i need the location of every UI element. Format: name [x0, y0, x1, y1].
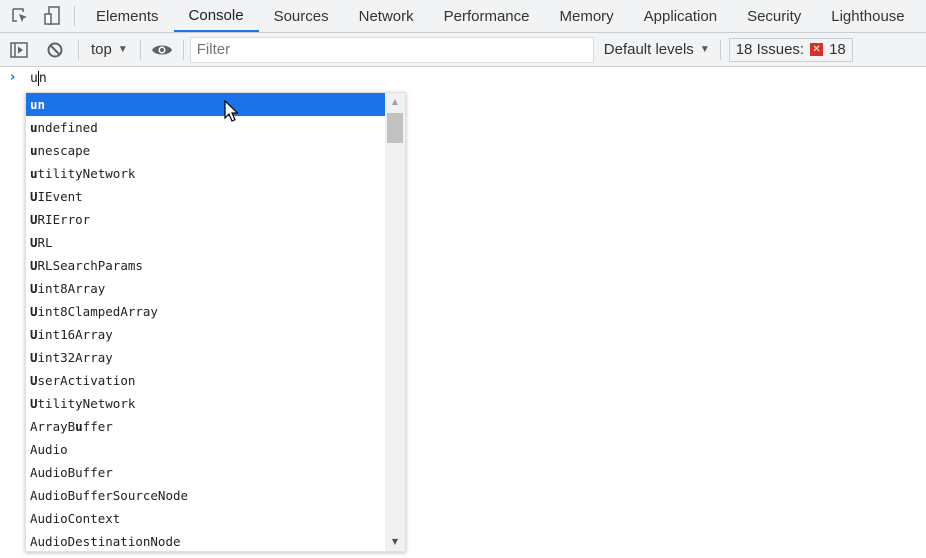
item-text: ndefined — [37, 120, 98, 135]
autocomplete-item[interactable]: AudioBufferSourceNode — [26, 484, 385, 507]
match-highlight: un — [30, 97, 46, 112]
mouse-pointer-icon — [224, 99, 239, 126]
tab-elements[interactable]: Elements — [81, 0, 174, 32]
tab-console[interactable]: Console — [173, 0, 259, 32]
autocomplete-item[interactable]: undefined — [26, 116, 385, 139]
autocomplete-item[interactable]: UIEvent — [26, 185, 385, 208]
autocomplete-item[interactable]: UtilityNetwork — [26, 392, 385, 415]
console-prompt-icon: › — [10, 70, 16, 85]
tab-performance[interactable]: Performance — [429, 0, 545, 32]
match-highlight: U — [30, 350, 38, 365]
autocomplete-item[interactable]: AudioContext — [26, 507, 385, 530]
match-highlight: U — [30, 327, 38, 342]
tab-network[interactable]: Network — [344, 0, 429, 32]
devtools-tab-bar: Elements Console Sources Network Performance… — [0, 0, 926, 33]
scroll-up-arrow-icon[interactable]: ▲ — [385, 93, 405, 111]
match-highlight: U — [30, 281, 38, 296]
item-text: tilityNetwork — [37, 166, 136, 181]
autocomplete-item[interactable]: AudioDestinationNode — [26, 530, 385, 553]
match-highlight: u — [75, 419, 83, 434]
item-text: AudioBufferSourceNode — [30, 488, 189, 503]
item-text: RIError — [37, 212, 91, 227]
item-text: ArrayB — [30, 419, 76, 434]
filter-input[interactable] — [189, 36, 594, 63]
divider — [182, 39, 184, 60]
item-text: AudioContext — [30, 511, 121, 526]
match-highlight: U — [30, 396, 38, 411]
match-highlight: u — [30, 120, 38, 135]
log-levels-value: Default levels — [603, 41, 694, 58]
item-text: AudioDestinationNode — [30, 534, 181, 549]
item-text: AudioBuffer — [30, 465, 113, 480]
item-text: int32Array — [37, 350, 113, 365]
device-toolbar-icon[interactable] — [36, 0, 68, 32]
input-text-after-caret: n — [38, 71, 47, 86]
autocomplete-dropdown: un undefined unescape utilityNetwork UIEvent… — [25, 92, 406, 552]
item-text: tilityNetwork — [37, 396, 136, 411]
scrollbar-thumb[interactable] — [387, 113, 403, 143]
dropdown-arrow-icon: ▼ — [699, 44, 710, 55]
tab-security[interactable]: Security — [732, 0, 816, 32]
error-flag-icon: ✕ — [810, 43, 824, 56]
tab-memory[interactable]: Memory — [545, 0, 629, 32]
autocomplete-item[interactable]: UserActivation — [26, 369, 385, 392]
item-text: ffer — [82, 419, 113, 434]
autocomplete-item[interactable]: ArrayBuffer — [26, 415, 385, 438]
autocomplete-item[interactable]: Uint8ClampedArray — [26, 300, 385, 323]
autocomplete-item[interactable]: URIError — [26, 208, 385, 231]
clear-console-icon[interactable] — [38, 33, 72, 66]
autocomplete-item[interactable]: URL — [26, 231, 385, 254]
log-levels-select[interactable]: Default levels ▼ — [594, 33, 720, 66]
tab-lighthouse[interactable]: Lighthouse — [816, 0, 919, 32]
match-highlight: u — [30, 143, 38, 158]
match-highlight: U — [30, 189, 38, 204]
inspect-element-icon[interactable] — [4, 0, 36, 32]
live-expression-eye-icon[interactable] — [147, 33, 177, 66]
divider — [74, 6, 75, 26]
input-text-before-caret: u — [30, 71, 38, 86]
autocomplete-item[interactable]: Uint8Array — [26, 277, 385, 300]
item-text: IEvent — [37, 189, 83, 204]
item-text: RLSearchParams — [37, 258, 143, 273]
item-text: int16Array — [37, 327, 113, 342]
divider — [78, 39, 79, 60]
item-text: Audio — [30, 442, 68, 457]
match-highlight: u — [30, 166, 38, 181]
autocomplete-item[interactable]: Uint16Array — [26, 323, 385, 346]
autocomplete-item[interactable]: utilityNetwork — [26, 162, 385, 185]
match-highlight: U — [30, 304, 38, 319]
tab-sources[interactable]: Sources — [259, 0, 344, 32]
issues-button[interactable]: 18 Issues: ✕ 18 — [728, 37, 853, 62]
autocomplete-scrollbar[interactable]: ▲ ▼ — [385, 93, 405, 551]
match-highlight: U — [30, 212, 38, 227]
item-text: RL — [37, 235, 53, 250]
item-text: serActivation — [37, 373, 136, 388]
autocomplete-item[interactable]: Audio — [26, 438, 385, 461]
autocomplete-item[interactable]: AudioBuffer — [26, 461, 385, 484]
context-value: top — [91, 41, 112, 58]
match-highlight: U — [30, 373, 38, 388]
autocomplete-item[interactable]: Uint32Array — [26, 346, 385, 369]
context-select[interactable]: top ▼ — [85, 33, 134, 66]
sidebar-toggle-icon[interactable] — [0, 33, 38, 66]
console-toolbar: top ▼ Default levels ▼ 18 Issues: ✕ 18 — [0, 33, 926, 67]
match-highlight: U — [30, 258, 38, 273]
match-highlight: U — [30, 235, 38, 250]
autocomplete-item[interactable]: URLSearchParams — [26, 254, 385, 277]
divider — [719, 39, 721, 60]
scroll-down-arrow-icon[interactable]: ▼ — [385, 533, 405, 551]
item-text: int8ClampedArray — [37, 304, 158, 319]
issues-label: 18 Issues: — [735, 41, 805, 58]
item-text: nescape — [37, 143, 91, 158]
issues-count: 18 — [829, 41, 846, 58]
dropdown-arrow-icon: ▼ — [117, 44, 128, 55]
console-input[interactable]: un — [30, 71, 47, 86]
tab-application[interactable]: Application — [629, 0, 732, 32]
divider — [139, 39, 141, 60]
autocomplete-item[interactable]: un — [26, 93, 385, 116]
autocomplete-item[interactable]: unescape — [26, 139, 385, 162]
item-text: int8Array — [37, 281, 106, 296]
